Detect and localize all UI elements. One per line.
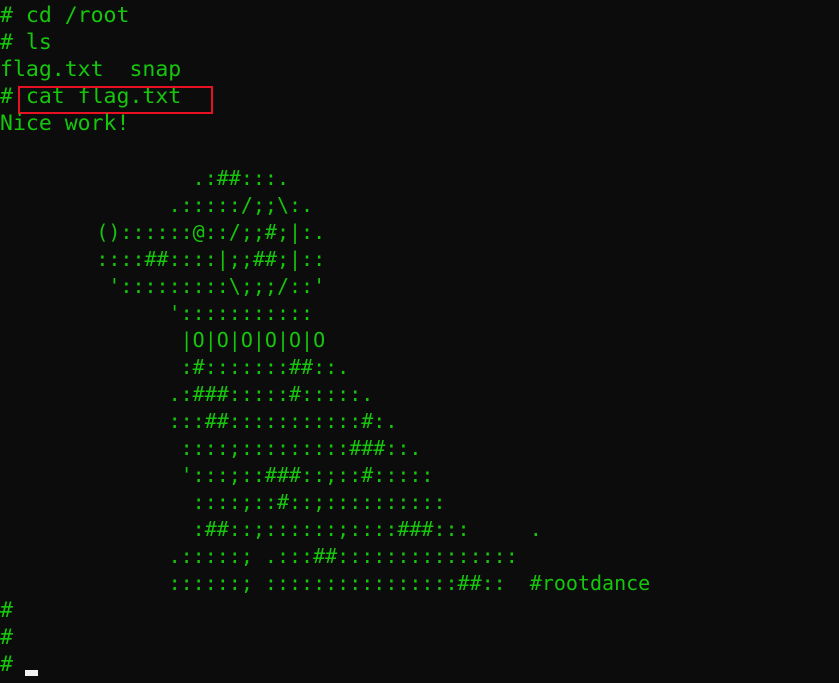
ascii-art-line: ()::::::@::/;;#;|:. [0, 220, 326, 244]
prompt-line: # [0, 598, 13, 623]
text-cursor [25, 670, 38, 676]
ascii-art-line: .:###:::::#:::::. [0, 382, 374, 406]
ascii-art-line: .:::::/;;\:. [0, 193, 314, 217]
ascii-art-line: ':::;::###::;::#::::: [0, 463, 434, 487]
output-line-ls: # ls [0, 30, 52, 55]
output-line-ls-result: flag.txt snap [0, 57, 182, 82]
ascii-art-line: '::::::::::: [0, 301, 314, 325]
ascii-art-line: .:::::; .:::##::::::::::::::: [0, 544, 518, 568]
ascii-art-line: .:##:::. [0, 166, 289, 190]
ascii-art-line: :#:::::::##::. [0, 355, 350, 379]
ascii-art-line: ::::;::#::;:::::::::: [0, 490, 446, 514]
ascii-art-line: ::::##::::|;;##;|:: [0, 247, 326, 271]
active-prompt-line[interactable]: # [0, 651, 13, 678]
ascii-art-line: :::##:::::::::::#:. [0, 409, 398, 433]
output-line-cd: # cd /root [0, 3, 130, 28]
ascii-art-line: ::::;:::::::::###::. [0, 436, 422, 460]
ascii-art-line: :##::;::::::;::::###::: . [0, 517, 542, 541]
prompt-line: # [0, 625, 13, 650]
ascii-art-line: |O|O|O|O|O|O [0, 328, 326, 352]
terminal-window[interactable]: # cd /root # ls flag.txt snap # cat flag… [0, 0, 839, 683]
ascii-art-line: ':::::::::\;;;/::' [0, 274, 326, 298]
output-line-flag: Nice work! [0, 111, 130, 136]
ascii-art-line: ::::::; ::::::::::::::::##:: #rootdance [0, 571, 651, 595]
